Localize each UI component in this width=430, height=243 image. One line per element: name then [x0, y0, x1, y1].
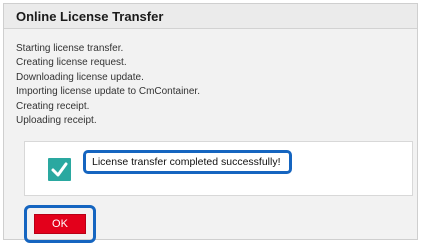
log-line: Creating license request. [16, 57, 127, 69]
ok-button-highlight: OK [24, 205, 96, 243]
dialog-title-bar: Online License Transfer [4, 4, 417, 29]
result-panel: License transfer completed successfully! [24, 141, 413, 196]
ok-button[interactable]: OK [34, 214, 86, 234]
log-line: Downloading license update. [16, 71, 144, 83]
license-transfer-dialog: Online License Transfer Starting license… [3, 3, 418, 243]
success-message-highlight: License transfer completed successfully! [83, 150, 292, 174]
check-icon [48, 158, 71, 181]
dialog-title: Online License Transfer [16, 9, 164, 24]
log-line: Starting license transfer. [16, 43, 124, 54]
log-line: Importing license update to CmContainer. [16, 86, 200, 98]
log-line: Uploading receipt. [16, 115, 97, 127]
progress-log: Starting license transfer. Creating lice… [16, 42, 200, 128]
log-line: Creating receipt. [16, 100, 90, 112]
success-message: License transfer completed successfully! [92, 156, 281, 168]
